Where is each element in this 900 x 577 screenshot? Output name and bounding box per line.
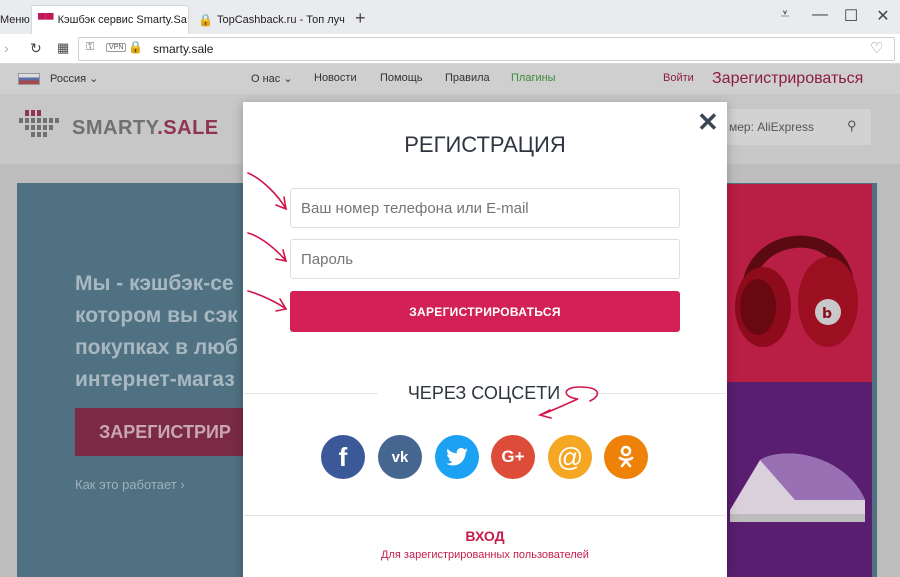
headphones-image: b — [728, 212, 868, 362]
russia-flag-icon — [18, 73, 40, 85]
lock-favicon-icon: 🔒 — [198, 12, 213, 27]
register-link[interactable]: Зарегистрироваться — [712, 70, 863, 88]
mail-ru-icon[interactable]: @ — [548, 435, 592, 479]
close-tab-icon[interactable]: ✕ — [345, 11, 350, 28]
tab-title: Кэшбэк сервис Smarty.Sa — [57, 14, 187, 26]
iron-image — [725, 440, 875, 530]
forward-icon[interactable]: › — [4, 40, 9, 56]
new-tab-button[interactable]: + — [355, 8, 366, 29]
divider — [244, 515, 726, 516]
nav-help[interactable]: Помощь — [380, 72, 423, 84]
close-tab-icon[interactable]: ✕ — [187, 12, 188, 29]
chevron-down-icon: ⌄ — [283, 73, 293, 85]
annotation-arrows — [247, 172, 599, 419]
logo-smarty: SMARTY — [72, 117, 158, 139]
tab-smarty[interactable]: ▀▀ Кэшбэк сервис Smarty.Sa ✕ — [31, 5, 189, 34]
how-it-works-link[interactable]: Как это работает › — [75, 477, 185, 492]
downloads-icon[interactable]: ⩡ — [775, 6, 795, 24]
nav-about-label: О нас — [251, 73, 281, 85]
region-selector[interactable]: Россия ⌄ — [50, 72, 98, 85]
modal-title: РЕГИСТРАЦИЯ — [404, 132, 566, 157]
twitter-icon[interactable] — [435, 435, 479, 479]
vk-icon[interactable]: vk — [378, 435, 422, 479]
key-icon[interactable]: ⚿ — [86, 41, 94, 54]
facebook-icon[interactable]: f — [321, 435, 365, 479]
chevron-down-icon: ⌄ — [89, 73, 99, 85]
login-link[interactable]: Войти — [663, 72, 694, 84]
tab-topcashback[interactable]: 🔒 TopCashback.ru - Топ луч ✕ — [192, 5, 350, 34]
cart-logo-icon — [17, 110, 63, 142]
bookmark-heart-icon[interactable]: ♡ — [870, 39, 883, 57]
site-logo[interactable]: SMARTY.SALE — [72, 117, 219, 140]
close-window-icon[interactable]: ✕ — [873, 6, 893, 26]
lock-icon: 🔒 — [128, 40, 143, 54]
google-plus-icon[interactable]: G+ — [491, 435, 535, 479]
nav-plugins[interactable]: Плагины — [511, 72, 556, 84]
hero-line-3: покупках в люб — [75, 336, 238, 359]
hero-line-4: интернет-магаз — [75, 368, 235, 391]
logo-sale: SALE — [163, 117, 219, 139]
tab-title: TopCashback.ru - Топ луч — [216, 13, 345, 26]
maximize-icon[interactable]: ☐ — [841, 6, 861, 26]
how-it-works-label: Как это работает — [75, 477, 177, 492]
nav-news[interactable]: Новости — [314, 72, 357, 84]
odnoklassniki-icon[interactable] — [604, 435, 648, 479]
nav-rules[interactable]: Правила — [445, 72, 490, 84]
search-placeholder: мер: AliExpress — [729, 120, 814, 134]
minimize-icon[interactable]: — — [810, 6, 830, 24]
login-subtitle: Для зарегистрированных пользователей — [381, 549, 589, 561]
tiles-icon[interactable]: ▦ — [57, 40, 69, 56]
nav-about[interactable]: О нас ⌄ — [251, 72, 293, 85]
hero-line-1: Мы - кэшбэк-се — [75, 272, 234, 295]
svg-text:b: b — [822, 306, 832, 322]
search-icon[interactable]: ⚲ — [847, 118, 857, 134]
browser-menu-button[interactable]: Меню — [0, 14, 30, 26]
reload-icon[interactable]: ↻ — [30, 40, 42, 57]
hero-line-2: котором вы сэк — [75, 304, 238, 327]
url-text[interactable]: smarty.sale — [153, 42, 213, 56]
vpn-badge[interactable]: VPN — [106, 43, 127, 52]
login-title-link[interactable]: ВХОД — [243, 528, 727, 544]
region-label: Россия — [50, 73, 87, 85]
smarty-favicon-icon: ▀▀ — [38, 14, 54, 26]
